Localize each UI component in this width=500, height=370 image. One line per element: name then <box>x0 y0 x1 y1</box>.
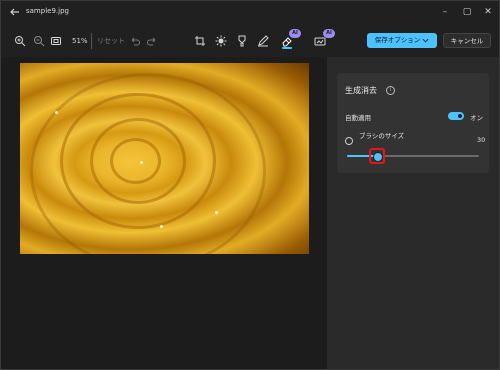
save-options-button[interactable]: 保存オプション <box>367 33 437 48</box>
toolbar-divider <box>91 33 92 49</box>
reset-button[interactable]: リセット <box>97 35 125 47</box>
highlight-box <box>369 148 385 164</box>
chevron-down-icon <box>422 38 429 42</box>
title-bar: sample9.jpg – ▢ ✕ <box>1 1 499 25</box>
undo-icon[interactable] <box>129 35 141 47</box>
fit-view-icon[interactable] <box>50 35 62 47</box>
redo-icon[interactable] <box>146 35 158 47</box>
zoom-out-icon[interactable] <box>33 35 45 47</box>
crop-icon[interactable] <box>194 35 206 47</box>
ai-badge: AI <box>289 29 301 38</box>
active-tool-indicator <box>282 47 292 49</box>
generative-erase-card: 生成消去 i 自動適用 オン o ブラシのサイズ 30 <box>337 73 489 173</box>
window-title: sample9.jpg <box>26 7 69 15</box>
back-arrow-icon[interactable] <box>9 6 21 18</box>
zoom-level: 51% <box>72 37 88 45</box>
photo-image[interactable] <box>20 63 309 254</box>
brush-size-value: 30 <box>477 136 486 144</box>
info-icon[interactable]: i <box>386 86 395 95</box>
ai-badge: AI <box>323 29 335 38</box>
save-options-label: 保存オプション <box>374 36 421 44</box>
filter-icon[interactable] <box>236 35 248 47</box>
brush-size-label: ブラシのサイズ <box>359 132 405 140</box>
brush-icon: o <box>345 137 353 145</box>
maximize-button[interactable]: ▢ <box>460 5 474 19</box>
brush-size-slider[interactable] <box>347 155 479 157</box>
brightness-icon[interactable] <box>215 35 227 47</box>
panel-title: 生成消去 <box>345 86 377 95</box>
close-button[interactable]: ✕ <box>481 5 495 19</box>
minimize-button[interactable]: – <box>438 5 452 19</box>
toolbar: 51% リセット AI AI 保存オプション キャンセル <box>1 25 499 57</box>
zoom-in-icon[interactable] <box>14 35 26 47</box>
markup-icon[interactable] <box>257 35 269 47</box>
cancel-button[interactable]: キャンセル <box>443 33 491 48</box>
toggle-state-label: オン <box>470 114 483 122</box>
auto-apply-label: 自動適用 <box>345 114 371 122</box>
auto-apply-toggle[interactable] <box>448 112 464 120</box>
toggle-knob <box>458 114 462 118</box>
side-panel: 生成消去 i 自動適用 オン o ブラシのサイズ 30 <box>327 57 499 369</box>
app-window: sample9.jpg – ▢ ✕ 51% リセット AI AI 保存オプション… <box>0 0 500 370</box>
